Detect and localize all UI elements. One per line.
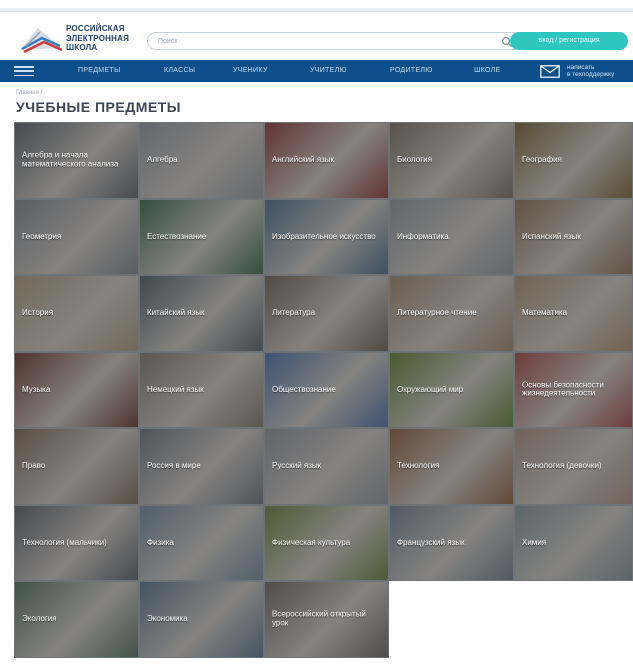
subject-tile[interactable]: Окружающий мир [389, 351, 514, 428]
subject-tile[interactable]: Технология (мальчики) [14, 504, 139, 581]
subject-label: Китайский язык [147, 308, 205, 317]
subject-tile[interactable]: Испанский язык [514, 198, 633, 275]
subject-tile[interactable]: Математика [514, 275, 633, 352]
subject-tile[interactable]: Физика [139, 504, 264, 581]
subject-label: Английский язык [272, 155, 335, 164]
nav-item-school[interactable]: ШКОЛЕ [474, 60, 501, 82]
subject-label: Технология [397, 461, 440, 470]
mail-icon[interactable] [540, 65, 560, 78]
logo-line: ЭЛЕКТРОННАЯ [66, 33, 130, 43]
subject-label: Изобразительное искусство [272, 231, 376, 241]
subject-tile[interactable]: Литература [264, 275, 389, 352]
subject-label: Окружающий мир [397, 384, 464, 394]
subject-label: Музыка [22, 384, 51, 394]
page-title: УЧЕБНЫЕ ПРЕДМЕТЫ [16, 99, 181, 115]
subject-label: Литература [272, 308, 316, 317]
menu-icon[interactable] [14, 66, 34, 77]
subject-tile[interactable]: Геометрия [14, 198, 139, 275]
subject-label: Алгебра и начала математического анализа [22, 150, 119, 169]
subject-tile[interactable]: Физическая культура [264, 504, 389, 581]
main-nav: ПРЕДМЕТЫ КЛАССЫ УЧЕНИКУ УЧИТЕЛЮ РОДИТЕЛЮ… [0, 60, 633, 82]
subject-tile[interactable]: Основы безопасности жизнедеятельности [514, 351, 633, 428]
subject-tile[interactable]: Экономика [139, 581, 264, 658]
search-input[interactable] [158, 35, 488, 47]
nav-item-classes[interactable]: КЛАССЫ [164, 60, 195, 82]
subject-label: Всероссийский открытый урок [272, 609, 366, 628]
subject-tile[interactable]: Немецкий язык [139, 351, 264, 428]
subject-label: Французский язык [397, 537, 465, 547]
browser-top-strip [0, 0, 633, 20]
subject-label: Математика [522, 308, 568, 317]
subject-tile[interactable]: Обществознание [264, 351, 389, 428]
subject-tile[interactable]: Английский язык [264, 122, 389, 199]
logo-line: РОССИЙСКАЯ [66, 24, 125, 33]
support-link[interactable]: написать в техподдержку [567, 64, 614, 78]
logo-emblem-icon [20, 28, 63, 54]
subject-tile[interactable]: Естествознание [139, 198, 264, 275]
logo-line: ШКОЛА [66, 43, 98, 52]
subject-tile[interactable]: Право [14, 428, 139, 505]
nav-item-student[interactable]: УЧЕНИКУ [233, 60, 268, 82]
subject-label: География [522, 155, 562, 164]
subject-label: Россия в мире [147, 461, 201, 470]
top-divider [0, 8, 633, 12]
subject-tile[interactable]: Россия в мире [139, 428, 264, 505]
subject-tile[interactable]: Экология [14, 581, 139, 658]
subject-tile[interactable]: Химия [514, 504, 633, 581]
subject-tile[interactable]: Биология [389, 122, 514, 199]
subjects-grid: Алгебра и начала математического анализа… [14, 122, 633, 658]
subject-label: Русский язык [272, 461, 322, 470]
subject-label: Алгебра [147, 155, 178, 164]
nav-item-parent[interactable]: РОДИТЕЛЮ [390, 60, 433, 82]
breadcrumb[interactable]: Главная / [16, 90, 42, 96]
subject-label: Физическая культура [272, 537, 351, 547]
subject-tile[interactable]: География [514, 122, 633, 199]
subject-label: Физика [147, 537, 174, 547]
subject-label: Технология (мальчики) [22, 537, 107, 547]
subject-tile[interactable]: Литературное чтение [389, 275, 514, 352]
logo-wordmark: РОССИЙСКАЯ ЭЛЕКТРОННАЯ ШКОЛА [66, 24, 129, 53]
subject-tile[interactable]: Французский язык [389, 504, 514, 581]
subject-tile[interactable]: Алгебра [139, 122, 264, 199]
subject-label: Обществознание [272, 384, 336, 394]
subject-label: Технология (девочки) [522, 461, 602, 470]
support-line: в техподдержку [567, 71, 615, 78]
nav-item-teacher[interactable]: УЧИТЕЛЮ [310, 60, 347, 82]
subject-label: Немецкий язык [147, 384, 204, 394]
subject-tile[interactable]: Технология [389, 428, 514, 505]
login-register-button[interactable]: вход / регистрация [510, 32, 628, 50]
subject-tile[interactable]: История [14, 275, 139, 352]
subject-label: История [22, 308, 54, 317]
search-box [147, 32, 522, 50]
subject-label: Право [22, 461, 46, 470]
subject-tile[interactable]: Всероссийский открытый урок [264, 581, 389, 658]
site-header: РОССИЙСКАЯ ЭЛЕКТРОННАЯ ШКОЛА вход / реги… [0, 20, 633, 60]
nav-item-subjects[interactable]: ПРЕДМЕТЫ [78, 60, 120, 82]
subject-label: Экономика [147, 614, 188, 623]
subject-tile[interactable]: Технология (девочки) [514, 428, 633, 505]
subject-tile[interactable]: Алгебра и начала математического анализа [14, 122, 139, 199]
support-line: написать [567, 64, 595, 71]
subject-label: Литературное чтение [397, 308, 477, 317]
subject-label: Химия [522, 537, 547, 547]
subject-tile[interactable]: Информатика [389, 198, 514, 275]
subject-tile[interactable]: Музыка [14, 351, 139, 428]
subject-label: Испанский язык [522, 231, 581, 241]
subject-label: Геометрия [22, 231, 62, 241]
subject-label: Естествознание [147, 231, 207, 241]
subject-tile[interactable]: Русский язык [264, 428, 389, 505]
subject-tile[interactable]: Китайский язык [139, 275, 264, 352]
subject-label: Биология [397, 155, 432, 164]
site-logo[interactable]: РОССИЙСКАЯ ЭЛЕКТРОННАЯ ШКОЛА [18, 22, 138, 58]
subject-label: Экология [22, 614, 57, 623]
subject-label: Информатика [397, 231, 449, 241]
subject-tile[interactable]: Изобразительное искусство [264, 198, 389, 275]
subject-label: Основы безопасности жизнедеятельности [522, 380, 604, 398]
